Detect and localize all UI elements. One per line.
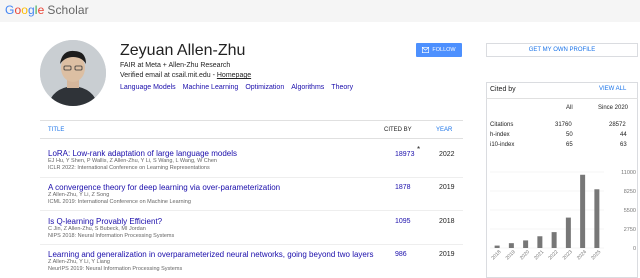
stats-col-since: Since 2020 <box>598 105 629 111</box>
column-header-title[interactable]: TITLE <box>48 127 64 133</box>
x-tick-label: 2024 <box>576 249 588 261</box>
paper-authors: Z Allen-Zhu, Y Li, Z Song <box>48 192 110 198</box>
avatar <box>40 40 106 106</box>
merged-citations-star[interactable]: * <box>417 145 420 154</box>
logo-letter: o <box>21 3 28 17</box>
citation-bar[interactable] <box>594 189 600 248</box>
row-divider <box>40 244 463 245</box>
citation-bar[interactable] <box>565 217 571 248</box>
paper-venue: ICML 2019: International Conference on M… <box>48 199 191 205</box>
topic-link[interactable]: Algorithms <box>291 84 324 91</box>
logo-letter: g <box>28 3 35 17</box>
paper-year: 2022 <box>439 151 455 158</box>
homepage-link[interactable]: Homepage <box>217 72 251 79</box>
x-tick-label: 2023 <box>562 249 574 261</box>
follow-button[interactable]: FOLLOW <box>416 43 462 57</box>
y-tick-label: 8250 <box>624 189 636 195</box>
y-tick-label: 0 <box>633 246 636 252</box>
stat-since: 63 <box>620 142 627 148</box>
paper-title-link[interactable]: A convergence theory for deep learning v… <box>48 183 438 192</box>
table-row: Learning and generalization in overparam… <box>48 250 438 273</box>
stat-all: 31760 <box>555 122 572 128</box>
stat-since: 44 <box>620 132 627 138</box>
cited-by-link[interactable]: 1095 <box>395 218 411 225</box>
cited-by-heading: Cited by <box>490 86 516 93</box>
cited-by-link[interactable]: 1878 <box>395 184 411 191</box>
topic-link[interactable]: Language Models <box>120 84 176 91</box>
citation-bar[interactable] <box>537 236 543 248</box>
y-tick-label: 2750 <box>624 227 636 233</box>
profile-email: Verified email at csail.mit.edu - Homepa… <box>120 72 251 79</box>
citation-bar[interactable] <box>494 245 500 248</box>
stat-label: Citations <box>490 122 514 128</box>
x-tick-label: 2021 <box>533 249 545 261</box>
profile-affiliation: FAIR at Meta + Allen-Zhu Research <box>120 62 231 69</box>
envelope-icon <box>422 47 430 53</box>
citation-bar[interactable] <box>508 243 514 248</box>
stat-all: 65 <box>566 142 573 148</box>
research-topics: Language Models Machine Learning Optimizat… <box>120 84 360 91</box>
x-tick-label: 2019 <box>505 249 517 261</box>
paper-authors: EJ Hu, Y Shen, P Wallis, Z Allen-Zhu, Y … <box>48 158 217 164</box>
view-all-link[interactable]: VIEW ALL <box>599 86 626 92</box>
paper-title-link[interactable]: Is Q-learning Provably Efficient? <box>48 217 438 226</box>
column-header-year[interactable]: YEAR <box>436 127 452 133</box>
row-divider <box>40 177 463 178</box>
paper-title-link[interactable]: LoRA: Low-rank adaptation of large langu… <box>48 149 438 158</box>
stat-since: 28572 <box>609 122 626 128</box>
table-row: LoRA: Low-rank adaptation of large langu… <box>48 149 438 172</box>
paper-year: 2019 <box>439 184 455 191</box>
x-tick-label: 2025 <box>590 249 602 261</box>
divider <box>40 138 463 139</box>
divider <box>40 120 463 121</box>
google-scholar-logo[interactable]: Google Scholar <box>5 3 89 17</box>
paper-venue: NeurIPS 2019: Neural Information Process… <box>48 266 183 272</box>
citation-bar[interactable] <box>551 232 557 248</box>
follow-label: FOLLOW <box>432 47 456 53</box>
topic-link[interactable]: Machine Learning <box>183 84 239 91</box>
paper-year: 2018 <box>439 218 455 225</box>
paper-venue: ICLR 2022: International Conference on L… <box>48 165 210 171</box>
table-row: A convergence theory for deep learning v… <box>48 183 438 206</box>
topic-link[interactable]: Optimization <box>245 84 284 91</box>
topic-link[interactable]: Theory <box>331 84 353 91</box>
logo-letter: e <box>37 3 45 17</box>
citation-bar[interactable] <box>523 240 529 248</box>
paper-venue: NIPS 2018: Neural Information Processing… <box>48 233 175 239</box>
paper-year: 2019 <box>439 251 455 258</box>
y-tick-label: 11000 <box>621 170 636 176</box>
stat-all: 50 <box>566 132 573 138</box>
x-tick-label: 2018 <box>490 249 502 261</box>
paper-title-link[interactable]: Learning and generalization in overparam… <box>48 250 438 259</box>
table-row: Is Q-learning Provably Efficient? C Jin,… <box>48 217 438 240</box>
y-tick-label: 5500 <box>624 208 636 214</box>
paper-authors: C Jin, Z Allen-Zhu, S Bubeck, MI Jordan <box>48 226 146 232</box>
cited-by-link[interactable]: 18973 <box>395 151 414 158</box>
paper-authors: Z Allen-Zhu, Y Li, Y Liang <box>48 259 110 265</box>
column-header-cited-by[interactable]: CITED BY <box>384 127 412 133</box>
top-bar: Google Scholar <box>0 0 640 22</box>
row-divider <box>40 210 463 211</box>
email-text: Verified email at csail.mit.edu - <box>120 72 217 79</box>
logo-scholar-text: Scholar <box>47 3 89 17</box>
stat-label: i10-index <box>490 142 515 148</box>
stats-col-all: All <box>566 105 573 111</box>
x-tick-label: 2022 <box>547 249 559 261</box>
divider <box>486 98 638 99</box>
citations-bar-chart: 1100082505500275002018 2019 2020 2021 2022 20… <box>490 170 636 261</box>
stat-label: h-index <box>490 132 510 138</box>
x-tick-label: 2020 <box>519 249 531 261</box>
citation-bar[interactable] <box>580 174 586 248</box>
get-my-profile-button[interactable]: GET MY OWN PROFILE <box>486 43 638 57</box>
cited-by-link[interactable]: 986 <box>395 251 407 258</box>
profile-name: Zeyuan Allen-Zhu <box>120 42 246 59</box>
